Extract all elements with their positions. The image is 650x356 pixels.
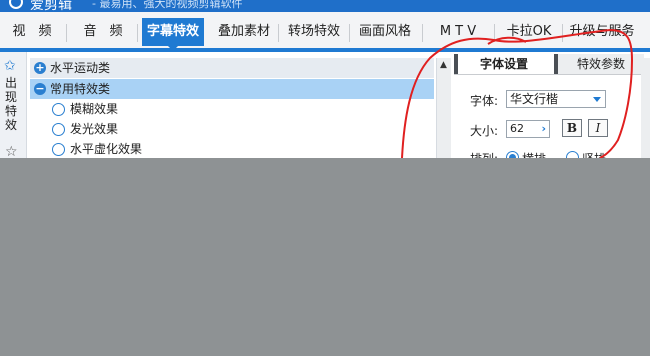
tab-picture-style[interactable]: 画面风格 — [355, 20, 415, 44]
tree-item-label: 水平虚化效果 — [70, 142, 143, 156]
tab-divider — [422, 24, 423, 42]
size-label: 大小: — [470, 124, 499, 138]
tab-video[interactable]: 视 频 — [4, 20, 60, 44]
tab-font-settings[interactable]: 字体设置 — [454, 54, 550, 74]
app-logo-icon — [9, 0, 23, 9]
font-label: 字体: — [470, 94, 499, 108]
tree-group-label: 常用特效类 — [50, 82, 111, 96]
tree-item-blur[interactable]: 模糊效果 — [30, 99, 434, 119]
size-stepper[interactable]: 62 › — [506, 120, 550, 138]
tab-divider — [278, 24, 279, 42]
star-icon[interactable]: ☆ — [5, 144, 18, 158]
effects-tree: + 水平运动类 − 常用特效类 模糊效果 发光效果 水平虚化效果 — [30, 58, 434, 158]
arrange-horizontal-label: 横排 — [522, 150, 546, 158]
tab-upgrade-service[interactable]: 升级与服务 — [566, 20, 638, 44]
tab-mtv[interactable]: M T V — [430, 20, 486, 44]
tree-group-label: 水平运动类 — [50, 61, 111, 75]
chevron-right-icon[interactable]: › — [541, 121, 546, 137]
arrange-label: 排列: — [470, 150, 498, 158]
tab-karaoke[interactable]: 卡拉OK — [500, 20, 558, 44]
arrange-horizontal-radio[interactable] — [506, 151, 519, 158]
tree-group-horizontal-motion[interactable]: + 水平运动类 — [30, 58, 434, 78]
settings-panel: 字体设置 特效参数 字体: 华文行楷 大小: 62 › B I 排列: 横排 竖… — [452, 52, 650, 158]
radio-button[interactable] — [52, 123, 65, 136]
app-subtitle: - 最易用、强大的视频剪辑软件 — [92, 0, 243, 10]
app-name: 爱剪辑 — [30, 0, 72, 12]
scroll-up-icon[interactable]: ▲ — [440, 60, 447, 70]
tab-subtitle-effects[interactable]: 字幕特效 — [142, 18, 204, 51]
tree-item-horizontal-blur[interactable]: 水平虚化效果 — [30, 139, 434, 158]
main-tab-bar: 视 频 音 频 字幕特效 叠加素材 转场特效 画面风格 M T V 卡拉OK 升… — [0, 12, 650, 51]
size-value: 62 — [510, 122, 524, 135]
chevron-down-icon — [593, 97, 601, 102]
tab-divider-line — [454, 74, 644, 75]
tab-divider — [494, 24, 495, 42]
tab-divider — [562, 24, 563, 42]
arrange-vertical-radio[interactable] — [566, 151, 579, 158]
tree-group-common-effects[interactable]: − 常用特效类 — [30, 79, 434, 99]
font-select[interactable]: 华文行楷 — [506, 90, 606, 108]
tree-item-label: 模糊效果 — [70, 102, 119, 116]
tab-audio[interactable]: 音 频 — [74, 20, 132, 44]
title-bar: 爱剪辑 - 最易用、强大的视频剪辑软件 — [0, 0, 650, 12]
app-window: 爱剪辑 - 最易用、强大的视频剪辑软件 视 频 音 频 字幕特效 叠加素材 转场… — [0, 0, 650, 158]
tree-item-glow[interactable]: 发光效果 — [30, 119, 434, 139]
tab-divider — [66, 24, 67, 42]
settings-tabs: 字体设置 特效参数 — [454, 54, 644, 74]
tree-scrollbar[interactable]: ▲ — [436, 58, 451, 158]
bold-button[interactable]: B — [562, 119, 582, 137]
tab-divider — [349, 24, 350, 42]
radio-button[interactable] — [52, 143, 65, 156]
arrange-vertical-label: 竖排 — [582, 150, 606, 158]
font-select-value: 华文行楷 — [510, 92, 559, 106]
expand-icon[interactable]: + — [34, 62, 46, 74]
pin-icon[interactable]: ✩ — [4, 58, 16, 74]
collapse-icon[interactable]: − — [34, 83, 46, 95]
tree-item-label: 发光效果 — [70, 122, 119, 136]
tab-divider — [137, 24, 138, 42]
tab-effect-parameters[interactable]: 特效参数 — [554, 54, 644, 74]
left-category-strip: ✩ 出现特效 ☆ — [0, 52, 27, 158]
tab-transitions[interactable]: 转场特效 — [284, 20, 344, 44]
category-label-appear-effects[interactable]: 出现特效 — [5, 76, 19, 132]
panel-scrollbar[interactable] — [641, 58, 650, 158]
italic-button[interactable]: I — [588, 119, 608, 137]
tab-overlay-materials[interactable]: 叠加素材 — [214, 20, 274, 44]
radio-button[interactable] — [52, 103, 65, 116]
